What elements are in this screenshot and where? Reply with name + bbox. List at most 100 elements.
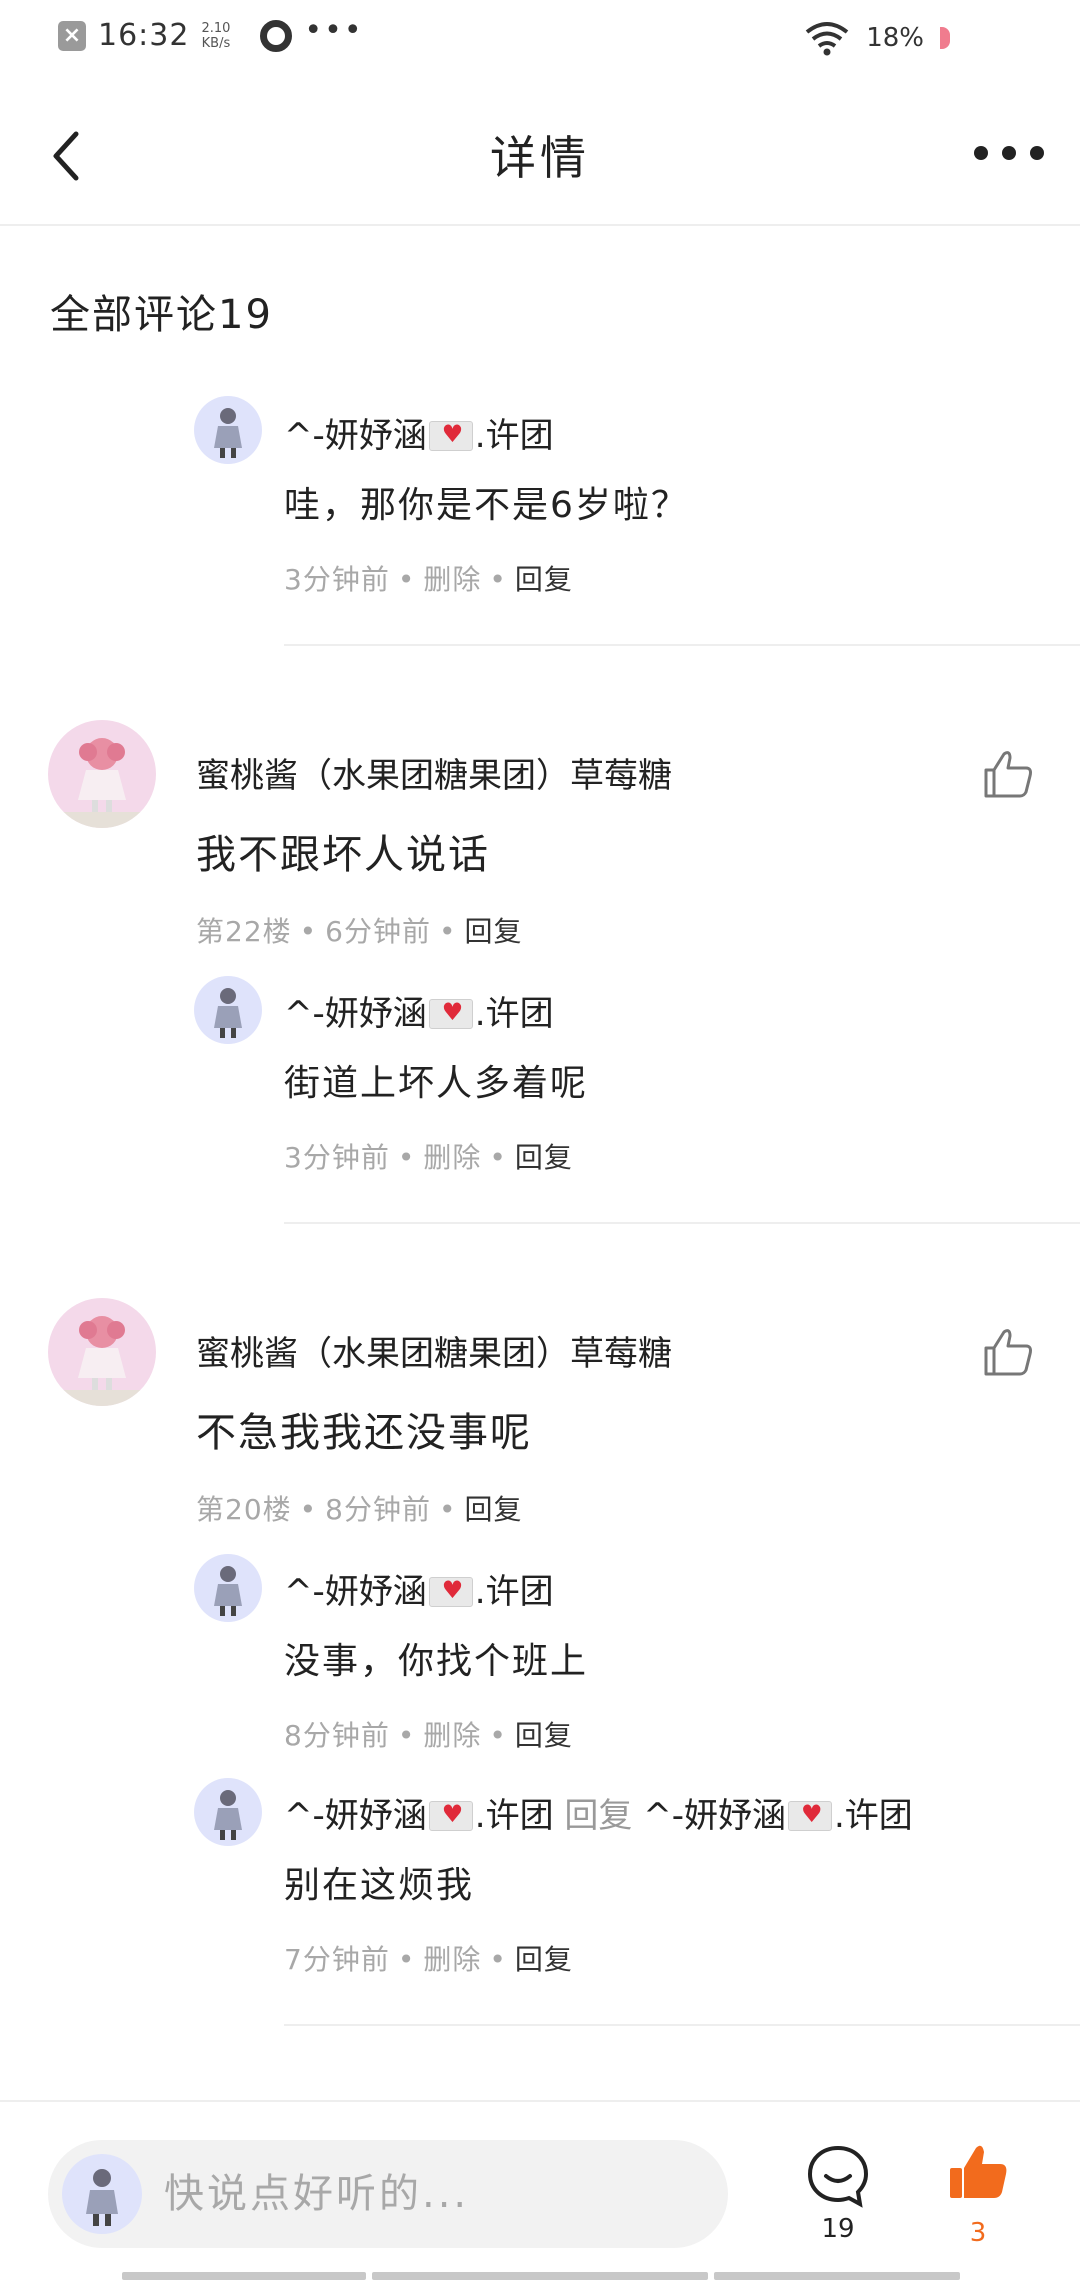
reply-link[interactable]: 回复	[515, 1141, 573, 1174]
battery-icon	[940, 27, 950, 49]
network-speed: 2.10 KB/s	[201, 21, 230, 51]
comment-input-container[interactable]	[48, 2140, 728, 2248]
avatar-figure-icon	[214, 988, 242, 1038]
status-right: 18%	[804, 20, 950, 56]
reply-avatar[interactable]	[194, 396, 262, 464]
meta-separator: •	[299, 1493, 318, 1526]
comment-avatar[interactable]	[48, 1298, 156, 1406]
status-bar: × 16:32 2.10 KB/s ••• 18%	[0, 0, 1080, 84]
comment-count: 19	[821, 2214, 855, 2244]
reply-author[interactable]: ^-妍妤涵 .许团	[284, 1564, 554, 1613]
more-dot	[974, 146, 988, 160]
network-speed-unit: KB/s	[201, 35, 231, 51]
notification-close-icon: ×	[58, 20, 86, 51]
meta-separator: •	[397, 563, 416, 596]
envelope-heart-icon	[428, 1800, 473, 1831]
reply-author-group: .许团	[474, 416, 554, 456]
reply-meta: 3分钟前 • 删除 • 回复	[284, 558, 573, 598]
meta-separator: •	[438, 1493, 457, 1526]
nav-indicator	[714, 2272, 960, 2280]
reply-author-name: ^-妍妤涵	[284, 1796, 427, 1836]
reply-meta: 7分钟前 • 删除 • 回复	[284, 1938, 573, 1978]
app-notification-icon	[260, 19, 293, 52]
envelope-heart-icon	[787, 1800, 832, 1831]
reply-link[interactable]: 回复	[465, 1493, 523, 1526]
comment-text: 不急我我还没事呢	[196, 1410, 532, 1456]
reply-author-group: .许团	[474, 1572, 554, 1612]
delete-link[interactable]: 删除	[423, 1943, 481, 1976]
avatar-figure-icon	[214, 1566, 242, 1616]
avatar-pink-girl-icon	[48, 1316, 156, 1406]
reply-meta: 3分钟前 • 删除 • 回复	[284, 1136, 573, 1176]
divider	[284, 644, 1080, 646]
floor-number: 第22楼	[196, 915, 292, 948]
reply-link[interactable]: 回复	[515, 563, 573, 596]
meta-separator: •	[489, 563, 507, 596]
floor-number: 第20楼	[196, 1493, 292, 1526]
reply-time: 3分钟前	[284, 563, 390, 596]
my-avatar	[62, 2154, 142, 2234]
avatar-figure-icon	[214, 1790, 242, 1840]
meta-separator: •	[489, 1943, 507, 1976]
battery-percent: 18%	[866, 23, 924, 53]
nav-indicator	[122, 2272, 366, 2280]
avatar-figure-icon	[86, 2169, 118, 2226]
status-left: × 16:32 2.10 KB/s •••	[58, 13, 364, 53]
comment-bubble-icon	[807, 2145, 869, 2208]
meta-separator: •	[299, 915, 318, 948]
envelope-heart-icon	[428, 998, 473, 1029]
reply-link[interactable]: 回复	[515, 1943, 573, 1976]
comment-text: 我不跟坏人说话	[196, 832, 490, 878]
reply-author-name: ^-妍妤涵	[284, 1572, 427, 1612]
reply-author[interactable]: ^-妍妤涵 .许团	[284, 408, 554, 457]
envelope-heart-icon	[428, 420, 473, 451]
comment-author[interactable]: 蜜桃酱（水果团糖果团）草莓糖	[196, 1326, 672, 1375]
reply-text: 哇，那你是不是6岁啦？	[284, 485, 689, 526]
delete-link[interactable]: 删除	[423, 563, 481, 596]
reply-avatar[interactable]	[194, 1778, 262, 1846]
comment-time: 6分钟前	[325, 915, 431, 948]
more-dot	[1002, 146, 1016, 160]
meta-separator: •	[438, 915, 457, 948]
reply-time: 8分钟前	[284, 1719, 390, 1752]
divider	[284, 1222, 1080, 1224]
network-speed-value: 2.10	[201, 20, 231, 36]
thumbs-up-icon[interactable]	[980, 746, 1036, 802]
top-nav-bar: 详情	[0, 84, 1080, 226]
wifi-icon	[805, 22, 849, 56]
comment-meta: 第20楼 • 8分钟前 • 回复	[196, 1488, 523, 1528]
comment-meta: 第22楼 • 6分钟前 • 回复	[196, 910, 523, 950]
reply-link[interactable]: 回复	[465, 915, 523, 948]
avatar-pink-girl-icon	[48, 738, 156, 828]
all-comments-heading: 全部评论19	[50, 292, 273, 338]
like-button[interactable]: 3	[940, 2140, 1016, 2250]
reply-author[interactable]: ^-妍妤涵 .许团	[284, 986, 554, 1035]
divider	[284, 2024, 1080, 2026]
nav-indicator	[372, 2272, 708, 2280]
reply-to-name[interactable]: ^-妍妤涵	[643, 1796, 786, 1836]
comment-avatar[interactable]	[48, 720, 156, 828]
reply-link[interactable]: 回复	[515, 1719, 573, 1752]
more-options-icon[interactable]	[974, 138, 1044, 168]
meta-separator: •	[489, 1719, 507, 1752]
reply-time: 7分钟前	[284, 1943, 390, 1976]
reply-time: 3分钟前	[284, 1141, 390, 1174]
more-dot	[1030, 146, 1044, 160]
reply-avatar[interactable]	[194, 976, 262, 1044]
thumbs-up-filled-icon	[950, 2145, 1007, 2198]
reply-author-group: .许团	[474, 994, 554, 1034]
envelope-heart-icon	[428, 1576, 473, 1607]
comments-button[interactable]: 19	[800, 2140, 876, 2250]
delete-link[interactable]: 删除	[423, 1141, 481, 1174]
delete-link[interactable]: 删除	[423, 1719, 481, 1752]
reply-text: 街道上坏人多着呢	[284, 1063, 589, 1104]
thumbs-up-icon[interactable]	[980, 1324, 1036, 1380]
comment-author[interactable]: 蜜桃酱（水果团糖果团）草莓糖	[196, 748, 672, 797]
meta-separator: •	[397, 1943, 416, 1976]
like-count: 3	[969, 2218, 987, 2248]
reply-avatar[interactable]	[194, 1554, 262, 1622]
reply-author[interactable]: ^-妍妤涵 .许团 回复 ^-妍妤涵 .许团	[284, 1788, 913, 1837]
comment-input[interactable]	[164, 2164, 704, 2224]
reply-to-group: .许团	[833, 1796, 913, 1836]
meta-separator: •	[489, 1141, 507, 1174]
